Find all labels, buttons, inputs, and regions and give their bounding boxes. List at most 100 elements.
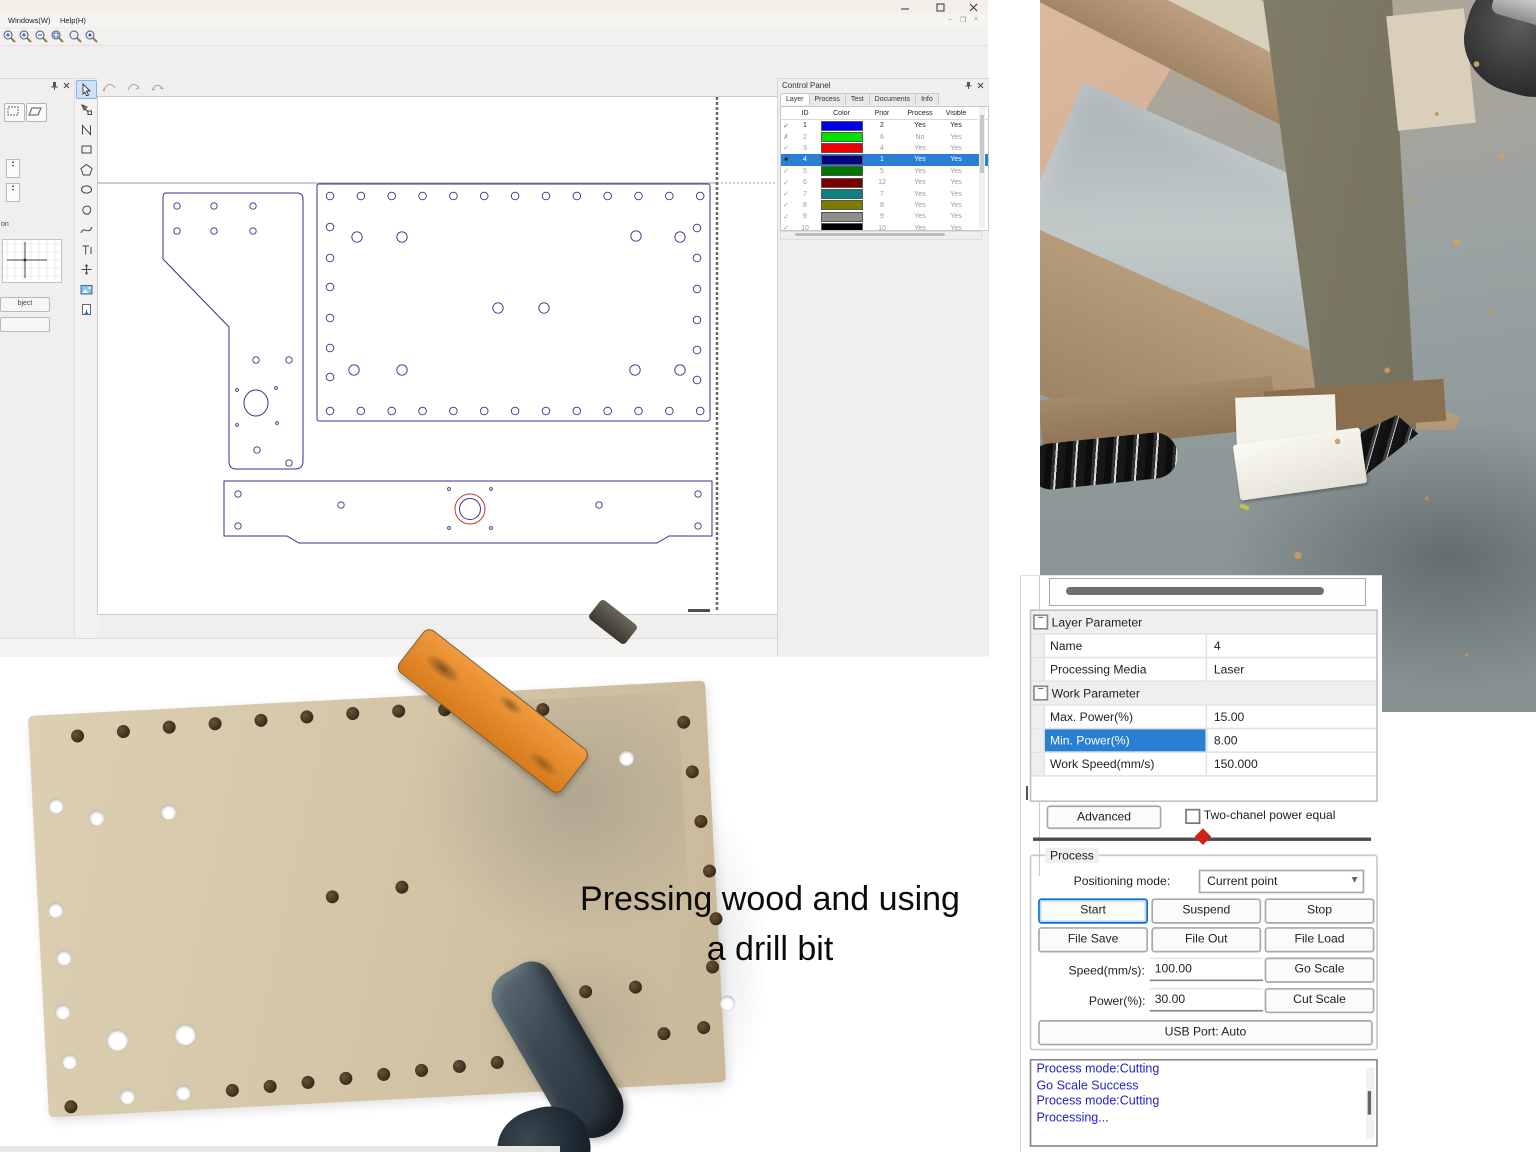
tab-layer[interactable]: Layer [780,93,810,105]
zoom-in-icon[interactable] [2,29,16,43]
layer-row[interactable]: ✓34YesYes [781,143,988,154]
menu-help[interactable]: Help(H) [60,16,86,25]
tab-process[interactable]: Process [809,93,846,105]
speed-input[interactable]: 100.00 [1150,958,1263,982]
spline-tool[interactable] [76,220,97,239]
zoom-in-point-icon[interactable] [18,29,32,43]
skew-tool-button[interactable] [26,103,47,122]
rectangle-tool[interactable] [76,140,97,159]
layer-row[interactable]: ✓1010YesYes [781,223,988,231]
zoom-all-icon[interactable] [84,29,98,43]
param-media-value[interactable]: Laser [1207,662,1376,677]
group-work-parameter[interactable]: −Work Parameter [1031,682,1376,706]
marked-hole [263,1080,277,1094]
clipped-button-2[interactable] [0,317,50,332]
log-scrollbar[interactable] [1366,1067,1374,1138]
go-scale-button[interactable]: Go Scale [1265,958,1375,983]
layer-color-swatch[interactable] [821,155,863,165]
tab-documents[interactable]: Documents [869,93,916,105]
mdi-minimize-icon[interactable]: – [948,16,952,23]
layer-color-swatch[interactable] [821,212,863,222]
canvas-hscroll-thumb[interactable] [688,609,710,612]
closed-curve-tool[interactable] [76,200,97,219]
layer-color-swatch[interactable] [821,189,863,199]
param-workspeed-value[interactable]: 150.000 [1207,756,1376,771]
file-out-button[interactable]: File Out [1151,927,1261,952]
export-file-tool[interactable] [76,300,97,319]
layer-color-swatch[interactable] [821,200,863,210]
clipped-button[interactable]: bject [0,297,50,312]
layer-row[interactable]: ✓612YesYes [781,177,988,188]
ellipse-tool[interactable] [76,180,97,199]
y-spinner[interactable]: ▲▼ [6,183,20,202]
polyline-tool[interactable] [76,120,97,139]
advanced-button[interactable]: Advanced [1047,805,1162,829]
layer-row[interactable]: ■41YesYes [781,154,988,165]
zoom-out-icon[interactable] [34,29,48,43]
layer-table-hscrollbar[interactable] [780,231,982,240]
close-icon[interactable] [966,3,982,12]
zoom-page-icon[interactable] [68,29,82,43]
mdi-restore-icon[interactable]: ❐ [960,16,966,24]
image-tool[interactable] [76,280,97,299]
zoomed-scrollbar-box [1049,578,1366,606]
power-input[interactable]: 30.00 [1150,988,1263,1012]
layer-color-swatch[interactable] [821,178,863,188]
zoomed-scrollbar-thumb[interactable] [1066,587,1324,595]
pin-icon[interactable] [50,81,60,91]
tab-test[interactable]: Test [845,93,870,105]
dock-header [0,81,72,92]
dock-close-icon[interactable] [62,81,71,90]
layer-color-swatch[interactable] [821,132,863,142]
mdi-close-icon[interactable]: × [974,16,978,23]
power-slider-marker[interactable] [1195,828,1212,845]
drilled-hole [120,1089,136,1105]
menu-windows[interactable]: Windows(W) [8,16,51,25]
layer-color-swatch[interactable] [821,143,863,153]
maximize-icon[interactable] [933,3,949,12]
layer-row[interactable]: ✓55YesYes [781,166,988,177]
layer-table-scrollbar[interactable] [979,107,985,228]
file-save-button[interactable]: File Save [1038,927,1148,952]
positioning-mode-select[interactable]: Current point▾ [1199,870,1365,894]
layer-color-swatch[interactable] [821,121,863,131]
zoom-selection-icon[interactable] [50,29,64,43]
minimize-icon[interactable] [898,3,914,12]
positioning-mode-label: Positioning mode: [1074,873,1171,888]
start-button[interactable]: Start [1038,898,1148,923]
node-edit-tool[interactable] [76,100,97,119]
layer-color-swatch[interactable] [821,166,863,176]
layer-row[interactable]: ✗26NoYes [781,131,988,142]
panel-close-icon[interactable] [976,81,985,90]
layer-row[interactable]: ✓88YesYes [781,200,988,211]
tab-info[interactable]: Info [915,93,939,105]
stop-button[interactable]: Stop [1265,898,1375,923]
layer-color-swatch[interactable] [821,223,863,231]
marked-hole [339,1072,353,1086]
group-layer-parameter[interactable]: −Layer Parameter [1031,611,1376,635]
two-chanel-checkbox[interactable] [1185,809,1200,824]
text-tool[interactable] [76,240,97,259]
param-maxpower-value[interactable]: 15.00 [1207,709,1376,724]
left-dock-panel: ▲▼ ▲▼ on bject [0,78,72,656]
caption-line-2: a drill bit [540,924,1000,974]
marked-hole [301,1076,315,1090]
select-tool[interactable] [76,80,97,99]
process-groupbox: Process Positioning mode: Current point▾… [1030,854,1378,1050]
layer-row[interactable]: ✓99YesYes [781,211,988,222]
suspend-button[interactable]: Suspend [1151,898,1261,923]
marked-hole [71,729,85,743]
layer-row[interactable]: ✓12YesYes [781,120,988,131]
param-name-value[interactable]: 4 [1207,638,1376,653]
log-line: Process mode:Cutting [1031,1061,1376,1077]
move-tool[interactable] [76,260,97,279]
cut-scale-button[interactable]: Cut Scale [1265,988,1375,1013]
polygon-tool[interactable] [76,160,97,179]
x-spinner[interactable]: ▲▼ [6,159,20,178]
file-load-button[interactable]: File Load [1265,927,1375,952]
pick-tool-button[interactable] [4,103,25,122]
panel-pin-icon[interactable] [964,81,973,90]
param-minpower-value[interactable]: 8.00 [1207,733,1376,748]
usb-port-button[interactable]: USB Port: Auto [1038,1020,1373,1045]
layer-row[interactable]: ✓77YesYes [781,188,988,199]
